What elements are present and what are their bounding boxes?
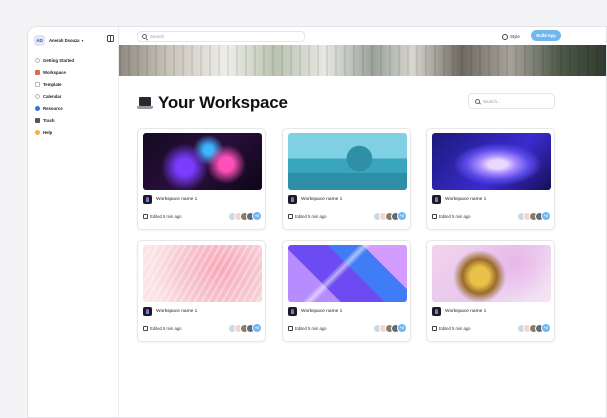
sparkle-icon	[35, 57, 40, 63]
sidebar-item-label: Resource	[43, 105, 63, 111]
edited-timestamp: Edited 5 min ago	[439, 214, 471, 219]
more-collaborators-badge: +2	[252, 323, 262, 333]
workspace-logo-icon	[143, 195, 152, 204]
page-title: Your Workspace	[158, 93, 288, 112]
sidebar-item-calendar[interactable]: Calendar	[34, 90, 114, 102]
workspace-name: Workspace name 1	[301, 197, 343, 202]
sidebar-item-trash[interactable]: Trash	[34, 114, 114, 126]
style-button[interactable]: Style	[502, 31, 520, 42]
globe-icon	[35, 105, 40, 111]
collaborator-avatars[interactable]: +2	[517, 323, 551, 333]
workspace-name: Anerah Dsouza	[49, 37, 80, 43]
sidebar-item-label: Getting Started	[43, 57, 75, 63]
workspace-avatar: AD	[34, 34, 45, 46]
sidebar-item-help[interactable]: Help	[34, 126, 114, 138]
workspace-logo-icon	[432, 307, 441, 316]
more-collaborators-badge: +2	[541, 323, 551, 333]
sidebar-item-label: Trash	[43, 117, 55, 123]
edited-timestamp: Edited 5 min ago	[295, 214, 327, 219]
workspace-thumbnail	[288, 133, 407, 190]
collaborator-avatars[interactable]: +2	[228, 211, 262, 221]
workspace-logo-icon	[143, 307, 152, 316]
workspace-name: Workspace name 1	[301, 309, 343, 314]
workspace-card[interactable]: Workspace name 1 Edited 5 min ago +2	[137, 128, 266, 230]
search-placeholder: Search...	[483, 98, 501, 104]
cover-banner-image	[119, 45, 606, 76]
workspace-icon	[35, 69, 40, 75]
edit-icon	[432, 214, 437, 219]
sidebar-item-label: Workspace	[43, 69, 66, 75]
sidebar-item-getting-started[interactable]: Getting Started	[34, 54, 114, 66]
search-icon	[142, 34, 147, 39]
sidebar-item-resource[interactable]: Resource	[34, 102, 114, 114]
more-collaborators-badge: +2	[252, 211, 262, 221]
workspace-thumbnail	[432, 133, 551, 190]
top-bar: Search Style Build App	[119, 27, 606, 45]
workspace-card[interactable]: Workspace name 1 Edited 5 min ago +2	[282, 240, 411, 342]
workspace-name: Workspace name 1	[156, 197, 198, 202]
search-icon	[475, 98, 480, 104]
edit-icon	[143, 326, 148, 331]
workspace-switcher[interactable]: AD Anerah Dsouza ▾	[34, 33, 116, 47]
laptop-icon	[137, 97, 153, 109]
more-collaborators-badge: +2	[397, 323, 407, 333]
sidebar-nav: Getting Started Workspace Template Calen…	[34, 54, 114, 138]
workspace-logo-icon	[288, 307, 297, 316]
page-header: Your Workspace	[137, 93, 288, 113]
edited-timestamp: Edited 5 min ago	[150, 326, 182, 331]
collaborator-avatars[interactable]: +2	[373, 211, 407, 221]
workspace-name: Workspace name 1	[445, 197, 487, 202]
style-label: Style	[510, 34, 520, 39]
workspace-name: Workspace name 1	[156, 309, 198, 314]
trash-icon	[35, 117, 40, 123]
search-placeholder: Search	[150, 34, 164, 39]
workspace-logo-icon	[288, 195, 297, 204]
edited-timestamp: Edited 5 min ago	[150, 214, 182, 219]
edit-icon	[288, 326, 293, 331]
collaborator-avatars[interactable]: +2	[517, 211, 551, 221]
workspace-thumbnail	[288, 245, 407, 302]
sidebar-item-template[interactable]: Template	[34, 78, 114, 90]
sidebar-item-label: Calendar	[43, 93, 62, 99]
edit-icon	[432, 326, 437, 331]
palette-icon	[502, 33, 508, 40]
workspace-card[interactable]: Workspace name 1 Edited 5 min ago +2	[426, 240, 555, 342]
sidebar-item-label: Help	[43, 129, 53, 135]
calendar-icon	[35, 93, 40, 99]
sidebar-item-workspace[interactable]: Workspace	[34, 66, 114, 78]
global-search-input[interactable]: Search	[137, 31, 305, 42]
app-window: AD Anerah Dsouza ▾ Getting Started Works…	[27, 26, 607, 418]
workspace-thumbnail	[432, 245, 551, 302]
build-app-button[interactable]: Build App	[531, 30, 561, 41]
workspace-logo-icon	[432, 195, 441, 204]
more-collaborators-badge: +2	[397, 211, 407, 221]
template-icon	[35, 81, 40, 87]
main-content: Search Style Build App Your Workspace Se…	[119, 27, 606, 417]
edited-timestamp: Edited 5 min ago	[439, 326, 471, 331]
workspace-search-input[interactable]: Search...	[468, 93, 555, 109]
edit-icon	[143, 214, 148, 219]
edit-icon	[288, 214, 293, 219]
more-collaborators-badge: +2	[541, 211, 551, 221]
sidebar-item-label: Template	[43, 81, 62, 87]
sidebar-toggle-icon[interactable]	[107, 35, 114, 42]
workspace-card[interactable]: Workspace name 1 Edited 5 min ago +2	[426, 128, 555, 230]
workspace-card[interactable]: Workspace name 1 Edited 5 min ago +2	[282, 128, 411, 230]
workspace-thumbnail	[143, 245, 262, 302]
workspace-card[interactable]: Workspace name 1 Edited 5 min ago +2	[137, 240, 266, 342]
collaborator-avatars[interactable]: +2	[228, 323, 262, 333]
help-icon	[35, 129, 40, 135]
workspace-name: Workspace name 1	[445, 309, 487, 314]
collaborator-avatars[interactable]: +2	[373, 323, 407, 333]
edited-timestamp: Edited 5 min ago	[295, 326, 327, 331]
sidebar: AD Anerah Dsouza ▾ Getting Started Works…	[28, 27, 119, 417]
chevron-down-icon: ▾	[81, 37, 84, 43]
workspace-thumbnail	[143, 133, 262, 190]
